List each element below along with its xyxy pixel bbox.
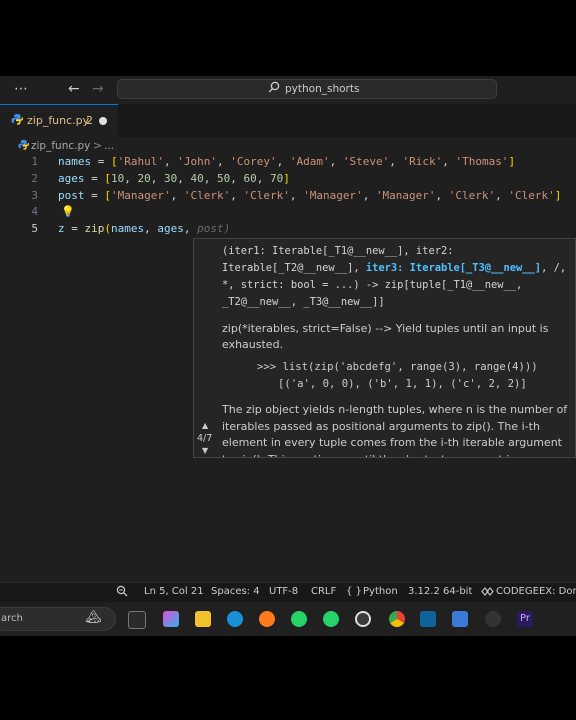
inlay-hint: post) bbox=[197, 222, 231, 235]
status-bar: Ln 5, Col 21 Spaces: 4 UTF-8 CRLF { } Py… bbox=[0, 582, 576, 602]
search-icon bbox=[268, 81, 280, 96]
line-number: 1 bbox=[31, 155, 38, 168]
back-arrow-icon[interactable]: ← bbox=[68, 81, 80, 97]
braces-icon: { } bbox=[346, 586, 362, 597]
code-line[interactable]: ages = [10, 20, 30, 40, 50, 60, 70] bbox=[58, 172, 290, 185]
breadcrumb-file[interactable]: zip_func.py bbox=[31, 140, 90, 152]
code-line[interactable]: post = ['Manager', 'Clerk', 'Clerk', 'Ma… bbox=[58, 189, 561, 202]
encoding[interactable]: UTF-8 bbox=[269, 586, 298, 597]
tab-problem-count: 2 bbox=[86, 114, 93, 127]
vscode-icon[interactable] bbox=[420, 611, 436, 627]
obs-icon[interactable] bbox=[355, 611, 371, 627]
chrome-icon[interactable] bbox=[389, 611, 405, 627]
line-number: 4 bbox=[31, 205, 38, 218]
codegeex-status[interactable]: CODEGEEX: Done bbox=[496, 586, 576, 597]
unsaved-dot-icon[interactable] bbox=[99, 117, 107, 125]
os-taskbar: arch 🏔 Pr bbox=[0, 602, 576, 636]
line-number: 2 bbox=[31, 172, 38, 185]
tab-label: zip_func.py bbox=[27, 114, 90, 127]
app-icon[interactable] bbox=[485, 611, 501, 627]
zoom-icon[interactable] bbox=[116, 585, 128, 600]
command-center-search[interactable]: python_shorts bbox=[117, 79, 497, 99]
signature-help-popup[interactable]: (iter1: Iterable[_T1@__new__], iter2: It… bbox=[193, 238, 576, 458]
doc-paragraph: The zip object yields n-length tuples, w… bbox=[222, 403, 568, 457]
title-bar: ⋯ ← → python_shorts bbox=[0, 76, 576, 104]
command-center-label: python_shorts bbox=[285, 83, 360, 95]
python-interpreter[interactable]: 3.12.2 64-bit bbox=[408, 586, 472, 597]
python-file-icon bbox=[11, 113, 24, 128]
edge-icon[interactable] bbox=[227, 611, 243, 627]
file-explorer-icon[interactable] bbox=[195, 611, 211, 627]
notepad-icon[interactable] bbox=[452, 611, 468, 627]
task-view-icon[interactable] bbox=[128, 611, 146, 629]
chevron-up-icon[interactable]: ▲ bbox=[202, 421, 208, 430]
signature-text: (iter1: Iterable[_T1@__new__], iter2: It… bbox=[222, 245, 573, 308]
python-file-icon bbox=[18, 139, 30, 153]
search-highlight-icon: 🏔 bbox=[85, 610, 102, 625]
copilot-icon[interactable] bbox=[163, 611, 179, 627]
language-mode[interactable]: Python bbox=[363, 586, 398, 597]
chevron-down-icon[interactable]: ▼ bbox=[202, 446, 208, 455]
breadcrumb-separator: > bbox=[93, 139, 103, 152]
premiere-pro-icon[interactable]: Pr bbox=[517, 611, 533, 627]
tab-bar: zip_func.py 2 bbox=[0, 104, 576, 137]
active-parameter: iter3: Iterable[_T3@__new__] bbox=[365, 262, 542, 274]
doc-example-input: >>> list(zip('abcdefg', range(3), range(… bbox=[257, 361, 538, 373]
breadcrumb-more[interactable]: ... bbox=[104, 140, 114, 152]
taskbar-search-text: arch bbox=[1, 613, 23, 624]
codegeex-icon bbox=[481, 586, 494, 600]
forward-arrow-icon[interactable]: → bbox=[92, 81, 104, 97]
tab-zip-func[interactable]: zip_func.py 2 bbox=[0, 104, 118, 137]
lightbulb-icon[interactable]: 💡 bbox=[61, 205, 75, 218]
whatsapp-icon[interactable] bbox=[291, 611, 307, 627]
cursor-position[interactable]: Ln 5, Col 21 bbox=[144, 586, 204, 597]
whatsapp-icon[interactable] bbox=[323, 611, 339, 627]
code-line[interactable]: names = ['Rahul', 'John', 'Corey', 'Adam… bbox=[58, 155, 515, 168]
line-number: 3 bbox=[31, 189, 38, 202]
taskbar-search[interactable]: arch 🏔 bbox=[0, 607, 116, 631]
indentation[interactable]: Spaces: 4 bbox=[211, 586, 260, 597]
doc-summary: zip(*iterables, strict=False) --> Yield … bbox=[222, 322, 549, 351]
ellipsis-icon[interactable]: ⋯ bbox=[14, 81, 29, 97]
code-line[interactable]: z = zip(names, ages, post) bbox=[58, 222, 230, 235]
firefox-icon[interactable] bbox=[259, 611, 275, 627]
signature-counter: 4/7 bbox=[197, 433, 213, 444]
line-number: 5 bbox=[31, 222, 38, 235]
doc-example-output: [('a', 0, 0), ('b', 1, 1), ('c', 2, 2)] bbox=[278, 378, 527, 390]
line-ending[interactable]: CRLF bbox=[311, 586, 336, 597]
